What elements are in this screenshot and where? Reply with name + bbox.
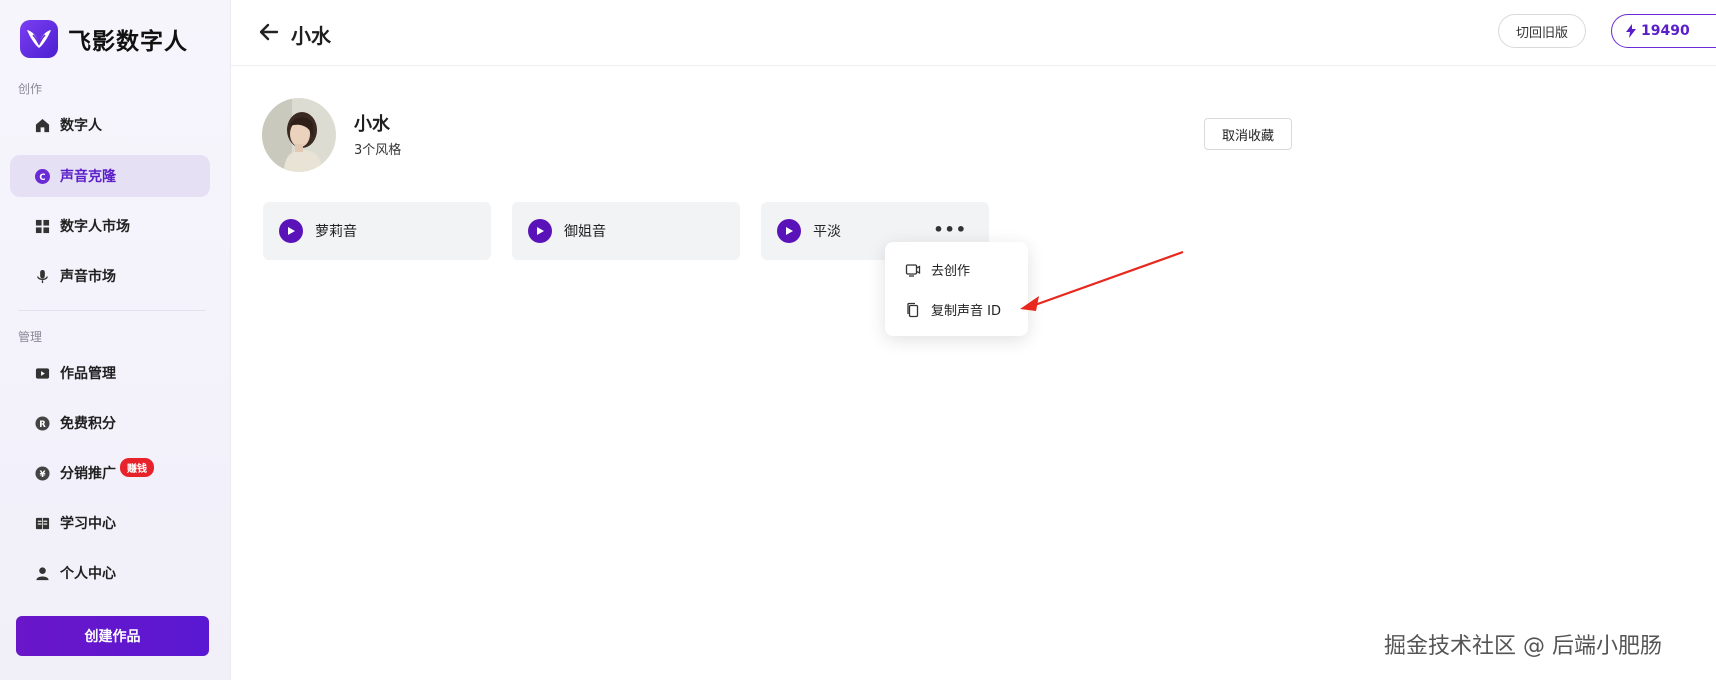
voice-label: 萝莉音 (315, 224, 357, 240)
sidebar-item-label: 数字人 (60, 118, 102, 134)
sidebar-item-works[interactable]: 作品管理 (10, 352, 210, 394)
sidebar-item-learning[interactable]: 学习中心 (10, 502, 210, 544)
switch-old-version-button[interactable]: 切回旧版 (1498, 14, 1586, 48)
avatar (262, 98, 336, 172)
sidebar-item-label: 数字人市场 (60, 219, 130, 235)
top-header: 小水 切回旧版 19490 ま (231, 0, 1716, 66)
sidebar-item-label: 免费积分 (60, 416, 116, 432)
svg-text:¥: ¥ (39, 468, 45, 478)
play-icon[interactable] (777, 219, 801, 243)
menu-item-copy-voice-id[interactable]: 复制声音 ID (905, 300, 1001, 319)
sidebar-item-label: 个人中心 (60, 566, 116, 582)
menu-item-label: 去创作 (931, 264, 971, 279)
grid-icon (34, 218, 50, 234)
play-icon[interactable] (279, 219, 303, 243)
menu-item-label: 复制声音 ID (931, 304, 1001, 319)
copy-icon (905, 302, 921, 318)
create-video-icon (905, 262, 921, 278)
r-circle-icon: R (34, 415, 50, 431)
sidebar-item-label: 声音克隆 (60, 169, 116, 185)
section-label-manage: 管理 (18, 330, 43, 344)
voice-card[interactable]: 御姐音 (512, 202, 740, 260)
sidebar-item-label: 分销推广 (60, 466, 116, 482)
svg-text:R: R (39, 418, 46, 428)
sidebar-item-label: 学习中心 (60, 516, 116, 532)
user-icon (34, 565, 50, 581)
logo-icon (20, 20, 58, 58)
sidebar-divider (18, 310, 206, 311)
voice-options-menu: 去创作 复制声音 ID (885, 242, 1028, 336)
voice-card[interactable]: 萝莉音 (263, 202, 491, 260)
more-options-icon[interactable]: ••• (933, 220, 967, 239)
sidebar-item-digital-market[interactable]: 数字人市场 (10, 205, 210, 247)
watermark: 掘金技术社区 @ 后端小肥肠 (1384, 634, 1662, 659)
c-circle-icon: C (34, 168, 50, 184)
sidebar-item-digital-human[interactable]: 数字人 (10, 104, 210, 146)
svg-text:C: C (39, 171, 45, 181)
points-value: 19490 (1641, 23, 1690, 39)
sidebar: 飞影数字人 创作 数字人 C 声音克隆 数字人市场 声音市场 管理 作品管理 R… (0, 0, 231, 680)
section-label-create: 创作 (18, 82, 43, 96)
unfavorite-button[interactable]: 取消收藏 (1204, 118, 1292, 150)
play-icon[interactable] (528, 219, 552, 243)
video-icon (34, 365, 50, 381)
app-logo[interactable]: 飞影数字人 (20, 20, 188, 58)
profile-name: 小水 (354, 114, 390, 135)
home-icon (34, 117, 50, 133)
earn-badge: 赚钱 (120, 458, 154, 477)
sidebar-item-voice-clone[interactable]: C 声音克隆 (10, 155, 210, 197)
red-annotation-arrow (1020, 250, 1184, 311)
menu-item-go-create[interactable]: 去创作 (905, 260, 970, 279)
create-work-button[interactable]: 创建作品 (16, 616, 209, 656)
lightning-icon (1626, 24, 1636, 38)
sidebar-item-profile[interactable]: 个人中心 (10, 552, 210, 594)
voice-label: 御姐音 (564, 224, 606, 240)
back-arrow-icon[interactable] (257, 20, 281, 44)
voice-label: 平淡 (813, 224, 841, 240)
page-title: 小水 (291, 24, 331, 48)
microphone-icon (34, 268, 50, 284)
sidebar-item-distribution[interactable]: ¥ 分销推广 (10, 452, 210, 494)
points-badge[interactable]: 19490 ま (1611, 14, 1716, 48)
sidebar-item-free-points[interactable]: R 免费积分 (10, 402, 210, 444)
sidebar-item-label: 作品管理 (60, 366, 116, 382)
profile-style-count: 3个风格 (354, 143, 402, 158)
yen-circle-icon: ¥ (34, 465, 50, 481)
sidebar-item-voice-market[interactable]: 声音市场 (10, 255, 210, 297)
logo-text: 飞影数字人 (68, 29, 188, 55)
sidebar-item-label: 声音市场 (60, 269, 116, 285)
book-icon (34, 515, 50, 531)
